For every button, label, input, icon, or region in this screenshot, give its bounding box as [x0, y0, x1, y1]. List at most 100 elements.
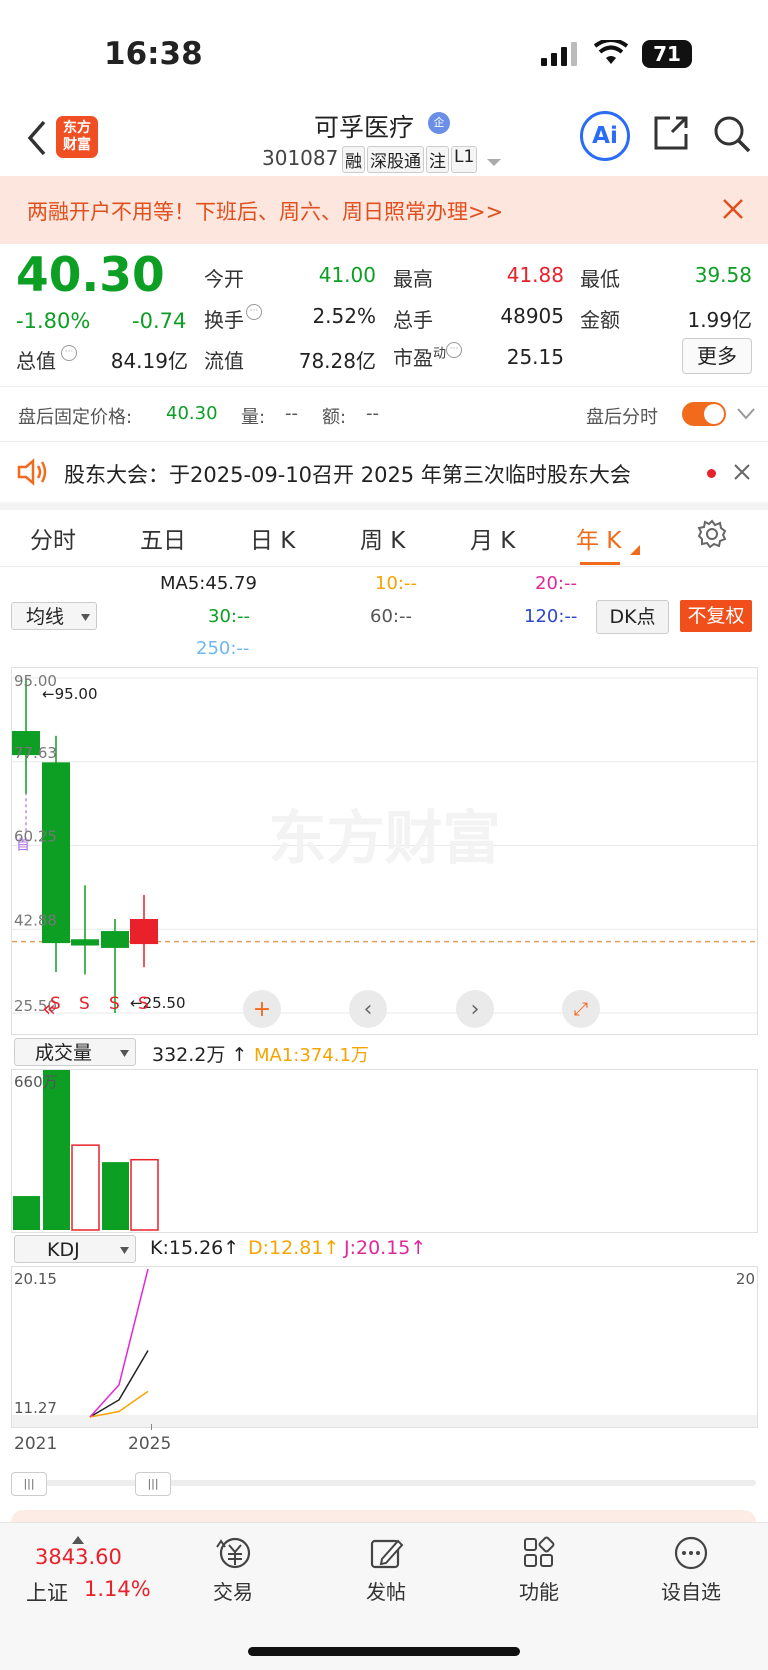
- volume-chart[interactable]: 660万: [11, 1069, 758, 1233]
- y-tick-label: 60.25: [14, 828, 57, 846]
- watermark-text: 东方财富: [268, 804, 500, 872]
- promo-text[interactable]: 两融开户不用等！下班后、周六、周日照常办理>>: [27, 196, 503, 226]
- stock-tags: 融 深股通 注 L1: [342, 146, 478, 173]
- kdj-chart[interactable]: 20.15 11.27 20: [11, 1266, 758, 1428]
- nav-functions-label: 功能: [519, 1580, 559, 1604]
- more-button[interactable]: 更多: [682, 338, 752, 374]
- nav-watchlist[interactable]: 设自选: [646, 1535, 736, 1605]
- total-value-label-text: 总值: [16, 349, 56, 373]
- scrubber-right-handle[interactable]: |||: [135, 1472, 171, 1496]
- close-icon[interactable]: [722, 198, 744, 224]
- dropdown-triangle-icon: [120, 1247, 129, 1254]
- more-dots-icon: [674, 1536, 708, 1570]
- pe-value: 25.15: [506, 345, 564, 369]
- tab-weekly-k[interactable]: 周 K: [360, 521, 405, 555]
- chart-scroll-left-icon[interactable]: «: [30, 990, 68, 1028]
- notice-text[interactable]: 股东大会：于2025-09-10召开 2025 年第三次临时股东大会: [64, 459, 631, 489]
- pe-label: 市盈动 ···: [393, 342, 463, 371]
- kdj-k-value: K:15.26: [150, 1237, 224, 1259]
- stock-switch-dropdown-icon[interactable]: [487, 152, 501, 171]
- tab-monthly-k[interactable]: 月 K: [470, 521, 515, 555]
- chart-zoom-in-icon[interactable]: +: [243, 990, 281, 1028]
- volume-bar: [102, 1162, 129, 1230]
- functions-grid-icon: [524, 1536, 555, 1567]
- stock-header: 东方 财富 可孚医疗 企 301087 融 深股通 注 L1 Ai: [0, 108, 768, 174]
- volume-indicator-selector[interactable]: 成交量: [14, 1038, 136, 1066]
- trade-icon: [216, 1537, 251, 1569]
- nav-post-label: 发帖: [366, 1580, 406, 1604]
- volume-bar: [13, 1196, 40, 1230]
- after-hours-toggle[interactable]: [682, 402, 726, 426]
- chart-fullscreen-icon[interactable]: ⤢: [562, 990, 600, 1028]
- change-amount: -0.74: [132, 309, 187, 333]
- tab-five-day[interactable]: 五日: [140, 521, 186, 555]
- turnover-value: 2.52%: [312, 304, 376, 328]
- timeline-scrubber[interactable]: ||| |||: [11, 1472, 756, 1496]
- scrubber-left-handle[interactable]: |||: [11, 1472, 47, 1496]
- candle-body: [101, 931, 129, 948]
- sell-marker: S: [79, 994, 90, 1014]
- info-icon[interactable]: ···: [246, 304, 262, 320]
- kline-svg: 东方财富首95.0077.6360.2542.8825.50←95.00←25.…: [12, 672, 757, 1015]
- battery-icon: 71: [642, 40, 692, 68]
- no-adjust-button[interactable]: 不复权: [680, 600, 752, 632]
- ma5-value: MA5:45.79: [160, 573, 257, 594]
- index-change[interactable]: 1.14%: [84, 1577, 151, 1601]
- kdj-ytop-label: 20.15: [14, 1270, 57, 1288]
- chart-next-icon[interactable]: ›: [456, 990, 494, 1028]
- wifi-icon: [593, 38, 629, 70]
- back-icon[interactable]: [22, 116, 52, 160]
- battery-level: 71: [653, 42, 681, 66]
- dk-point-selector[interactable]: DK点: [596, 600, 669, 634]
- tab-yearly-k[interactable]: 年 K: [576, 521, 621, 555]
- signal-icon: [541, 42, 579, 66]
- info-icon[interactable]: ···: [446, 342, 463, 358]
- tab-intraday[interactable]: 分时: [30, 521, 76, 555]
- total-value: 84.19亿: [110, 349, 188, 373]
- after-hours-vol-label: 量:: [241, 407, 266, 428]
- kdj-d: D:12.81↑: [248, 1237, 340, 1259]
- promo-banner[interactable]: 两融开户不用等！下班后、周六、周日照常办理>>: [0, 176, 768, 244]
- nav-trade[interactable]: 交易: [188, 1535, 278, 1605]
- nav-functions[interactable]: 功能: [494, 1535, 584, 1605]
- after-hours-price: 40.30: [166, 403, 218, 424]
- info-icon[interactable]: ···: [61, 345, 78, 361]
- amount-value: 1.99亿: [687, 308, 752, 332]
- share-icon[interactable]: [652, 114, 690, 156]
- ma20-value: 20:--: [535, 573, 577, 594]
- nav-post[interactable]: 发帖: [341, 1535, 431, 1605]
- more-label: 更多: [697, 344, 737, 368]
- index-value[interactable]: 3843.60: [35, 1545, 122, 1569]
- dk-point-label: DK点: [609, 606, 656, 628]
- kdj-yright-label: 20: [736, 1270, 755, 1288]
- float-value: 78.28亿: [298, 349, 376, 373]
- ai-button[interactable]: Ai: [580, 111, 630, 161]
- volume-bar: [71, 1144, 100, 1231]
- sell-marker: S: [138, 994, 149, 1014]
- candle-body: [71, 939, 99, 946]
- dropdown-triangle-icon: [81, 614, 90, 621]
- total-value-label: 总值 ···: [16, 345, 78, 374]
- kdj-axis-band: [12, 1415, 757, 1427]
- turnover-label: 换手 ···: [204, 304, 262, 333]
- tag-level: L1: [451, 146, 478, 173]
- volume-ma1: MA1:374.1万: [254, 1045, 369, 1066]
- settings-gear-icon[interactable]: [697, 519, 727, 553]
- volume-ymax-label: 660万: [14, 1073, 58, 1091]
- ma10-value: 10:--: [375, 573, 417, 594]
- sell-marker: S: [109, 994, 120, 1014]
- search-icon[interactable]: [712, 114, 752, 158]
- chevron-down-icon[interactable]: [736, 406, 756, 425]
- close-notice-icon[interactable]: [734, 464, 750, 484]
- ma-selector[interactable]: 均线: [11, 602, 97, 630]
- kdj-d-value: D:12.81: [248, 1237, 324, 1259]
- tab-daily-k[interactable]: 日 K: [250, 521, 295, 555]
- kline-chart[interactable]: 东方财富首 95.00 77.63 60.25 42.88 25.50 ←95.00 ←25.…: [11, 667, 758, 1035]
- chart-prev-icon[interactable]: ‹: [349, 990, 387, 1028]
- open-value: 41.00: [318, 263, 376, 287]
- volume-svg: 660万: [13, 1070, 159, 1231]
- kdj-indicator-selector[interactable]: KDJ: [14, 1235, 136, 1263]
- index-name[interactable]: 上证: [26, 1577, 68, 1607]
- home-indicator: [248, 1647, 520, 1656]
- status-time: 16:38: [104, 36, 203, 72]
